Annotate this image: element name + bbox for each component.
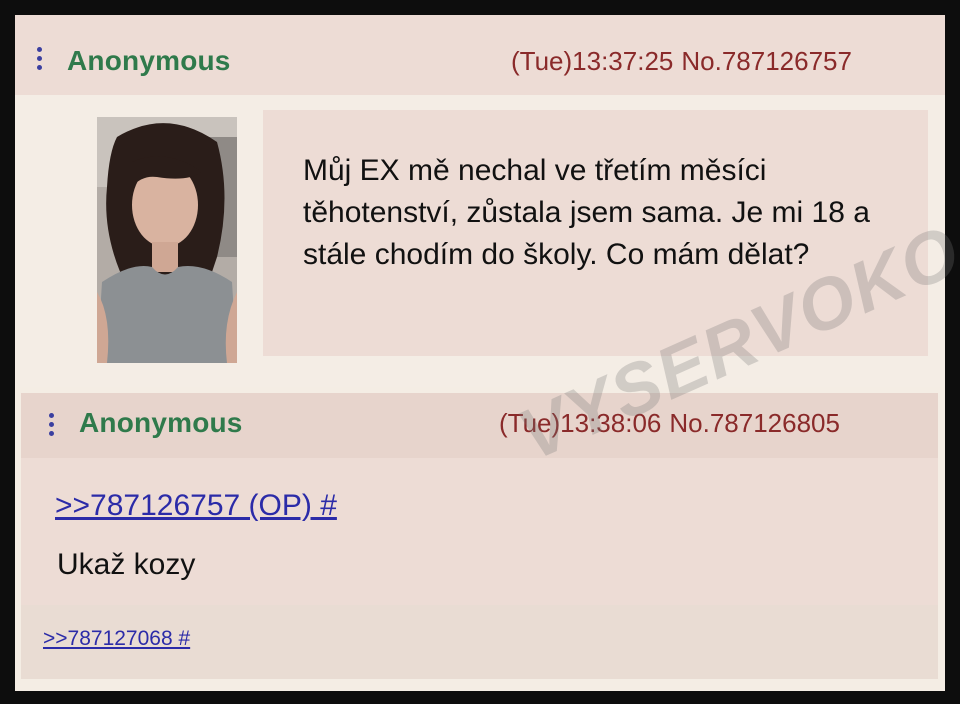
op-quote-link[interactable]: >>787126757 (OP) #: [55, 489, 337, 523]
backlink[interactable]: >>787127068 #: [43, 627, 190, 651]
op-attached-image[interactable]: [97, 117, 237, 363]
op-post-number[interactable]: No.787126757: [681, 46, 852, 76]
reply-post-header: Anonymous (Tue)13:38:06 No.787126805: [21, 393, 938, 458]
op-message: Můj EX mě nechal ve třetím měsíci těhote…: [303, 154, 870, 271]
post-menu-icon[interactable]: [49, 413, 54, 436]
reply-message: Ukaž kozy: [57, 548, 196, 581]
reply-backlinks: >>787127068 #: [21, 605, 938, 679]
op-datetime: (Tue)13:37:25 No.787126757: [511, 46, 852, 77]
op-poster-name: Anonymous: [67, 45, 231, 76]
reply-post: Anonymous (Tue)13:38:06 No.787126805 >>78…: [21, 393, 938, 679]
reply-post-number[interactable]: No.787126805: [669, 408, 840, 438]
op-post-header: Anonymous (Tue)13:37:25 No.787126757: [15, 15, 945, 95]
op-datetime-text: (Tue)13:37:25: [511, 46, 674, 76]
thread: Anonymous (Tue)13:37:25 No.787126757 Můj …: [15, 15, 960, 691]
post-menu-icon[interactable]: [37, 47, 42, 70]
reply-poster-name: Anonymous: [79, 407, 243, 438]
